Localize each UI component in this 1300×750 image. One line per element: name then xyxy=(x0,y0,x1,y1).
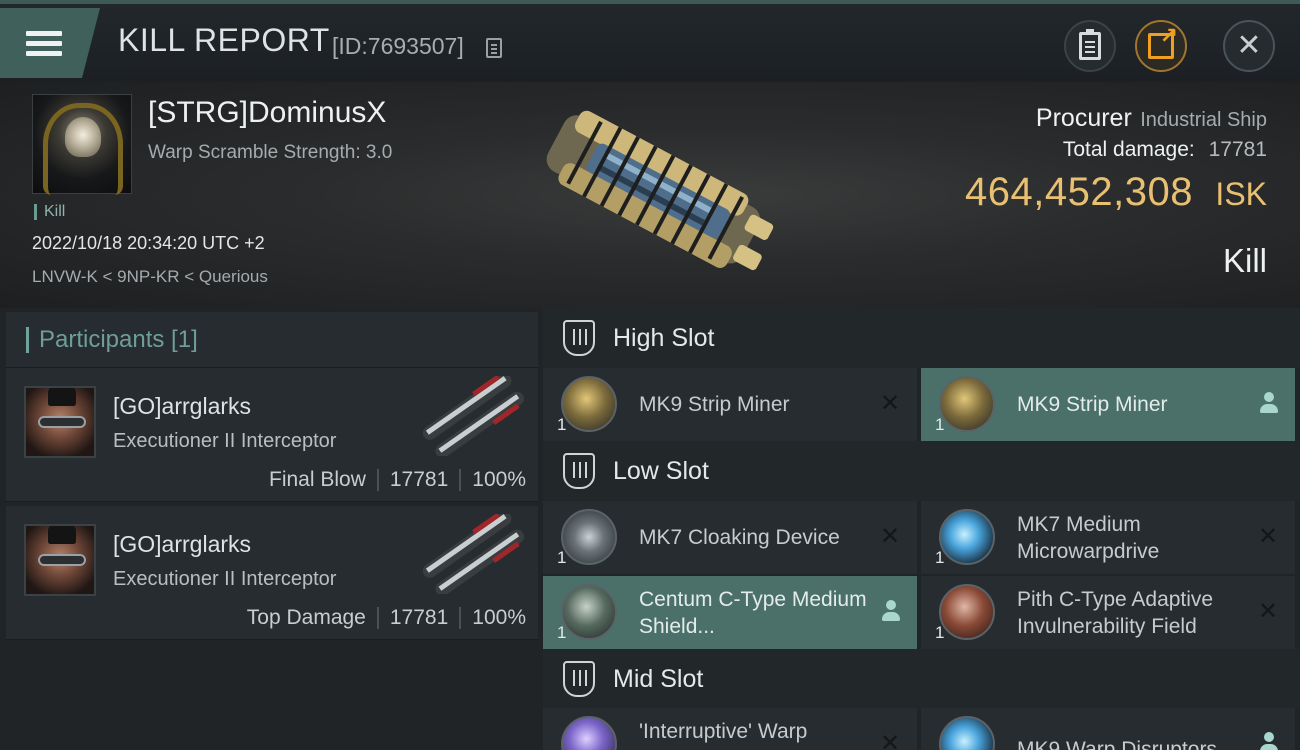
kill-location[interactable]: LNVW-K < 9NP-KR < Querious xyxy=(32,267,268,287)
top-bar: KILL REPORT [ID:7693507] ✕ xyxy=(0,0,1300,82)
isk-value: 464,452,308 ISK xyxy=(965,170,1267,215)
module-quantity: 1 xyxy=(935,415,945,434)
low-slot-title: Low Slot xyxy=(613,457,709,485)
close-icon: ✕ xyxy=(1236,28,1262,63)
participants-title: Participants [1] xyxy=(26,327,198,353)
ship-render xyxy=(546,110,774,271)
kill-tag: Kill xyxy=(34,204,65,220)
participant-avatar[interactable] xyxy=(24,524,96,596)
module-name: MK9 Strip Miner xyxy=(1017,393,1168,416)
module-name: MK9 Strip Miner xyxy=(639,393,790,416)
mid-slot-icon xyxy=(563,661,595,697)
report-result: Kill xyxy=(1222,242,1267,279)
hamburger-icon xyxy=(26,26,62,61)
module-name: 'Interruptive' Warp xyxy=(639,720,808,743)
high-slot-icon xyxy=(563,320,595,356)
participant-damage: 17781 xyxy=(389,606,449,629)
kill-summary: [STRG]DominusX Warp Scramble Strength: 3… xyxy=(0,82,1300,308)
module-quantity: 1 xyxy=(935,548,945,567)
module-name: MK7 Cloaking Device xyxy=(639,526,840,549)
dropped-person-icon xyxy=(1259,392,1279,414)
mid-slot-title: Mid Slot xyxy=(613,665,704,693)
page-title: KILL REPORT xyxy=(118,22,330,58)
clipboard-button[interactable] xyxy=(1064,20,1116,72)
fitting-panel: High Slot 1 MK9 Strip Miner ✕ 1 MK9 Stri… xyxy=(543,308,1300,750)
module-item[interactable]: 1 MK7 Medium Microwarpdrive ✕ xyxy=(921,501,1295,574)
dropped-person-icon xyxy=(881,600,901,622)
menu-button[interactable] xyxy=(0,8,100,78)
share-icon xyxy=(1148,24,1178,59)
participant-percent: 100% xyxy=(472,606,526,629)
participant-role: Final Blow xyxy=(269,468,366,491)
module-name: MK7 Medium Microwarpdrive xyxy=(1017,513,1160,563)
participant-stats: Final Blow 17781 100% xyxy=(269,468,526,492)
participants-header: Participants [1] xyxy=(6,312,538,368)
victim-avatar[interactable] xyxy=(32,94,132,195)
participant-ship: Executioner II Interceptor xyxy=(113,568,337,590)
low-slot-header: Low Slot xyxy=(543,441,1300,501)
microwarpdrive-icon xyxy=(939,509,995,565)
total-damage-value: 17781 xyxy=(1208,138,1267,161)
ship-name: Procurer xyxy=(1035,104,1132,132)
isk-unit: ISK xyxy=(1215,176,1267,212)
low-slot-icon xyxy=(563,453,595,489)
module-quantity: 1 xyxy=(557,415,567,434)
share-button[interactable] xyxy=(1135,20,1187,72)
participant-ship-image xyxy=(422,376,524,456)
kill-datetime: 2022/10/18 20:34:20 UTC +2 xyxy=(32,233,265,253)
module-quantity: 1 xyxy=(557,623,567,642)
participant-row[interactable]: [GO]arrglarks Executioner II Interceptor… xyxy=(6,368,538,502)
participants-panel: Participants [1] [GO]arrglarks Execution… xyxy=(0,308,543,750)
participant-ship-image xyxy=(422,514,524,594)
participant-name[interactable]: [GO]arrglarks xyxy=(113,531,251,558)
module-item[interactable]: 1 MK9 Strip Miner xyxy=(921,368,1295,441)
module-quantity: 1 xyxy=(557,548,567,567)
total-damage: Total damage: 17781 xyxy=(1063,138,1267,162)
destroyed-x-icon: ✕ xyxy=(879,522,901,550)
destroyed-x-icon: ✕ xyxy=(1257,522,1279,550)
module-name: MK9 Warp Disruptors xyxy=(1017,738,1217,750)
high-slot-header: High Slot xyxy=(543,308,1300,368)
destroyed-x-icon: ✕ xyxy=(879,389,901,417)
copy-icon[interactable] xyxy=(486,38,502,58)
warp-scrambler-icon xyxy=(561,716,617,750)
dropped-person-icon xyxy=(1259,732,1279,750)
participant-ship: Executioner II Interceptor xyxy=(113,430,337,452)
invulnerability-field-icon xyxy=(939,584,995,640)
total-damage-label: Total damage: xyxy=(1062,138,1195,161)
participant-name[interactable]: [GO]arrglarks xyxy=(113,393,251,420)
strip-miner-icon xyxy=(939,376,995,432)
ship-class: Industrial Ship xyxy=(1140,109,1267,131)
warp-disruptor-icon xyxy=(939,716,995,750)
victim-name[interactable]: [STRG]DominusX xyxy=(148,96,386,130)
module-item[interactable]: 1 MK7 Cloaking Device ✕ xyxy=(543,501,917,574)
participant-role: Top Damage xyxy=(246,606,366,629)
module-item[interactable]: 1 Centum C-Type Medium Shield... xyxy=(543,576,917,649)
participant-avatar[interactable] xyxy=(24,386,96,458)
close-button[interactable]: ✕ xyxy=(1223,20,1275,72)
participant-stats: Top Damage 17781 100% xyxy=(247,606,526,630)
participant-damage: 17781 xyxy=(389,468,449,491)
shield-extender-icon xyxy=(561,584,617,640)
mid-slot-header: Mid Slot xyxy=(543,649,1300,709)
module-item[interactable]: 1 Pith C-Type Adaptive Invulnerability F… xyxy=(921,576,1295,649)
module-name: Centum C-Type Medium Shield... xyxy=(639,588,867,638)
isk-amount: 464,452,308 xyxy=(965,170,1193,214)
module-item[interactable]: 1 'Interruptive' Warp ✕ xyxy=(543,708,917,750)
destroyed-x-icon: ✕ xyxy=(1257,597,1279,625)
cloaking-device-icon xyxy=(561,509,617,565)
destroyed-x-icon: ✕ xyxy=(879,729,901,750)
participant-percent: 100% xyxy=(472,468,526,491)
module-item[interactable]: 1 MK9 Strip Miner ✕ xyxy=(543,368,917,441)
module-quantity: 1 xyxy=(935,623,945,642)
participant-row[interactable]: [GO]arrglarks Executioner II Interceptor… xyxy=(6,506,538,640)
high-slot-title: High Slot xyxy=(613,324,715,352)
ship-type[interactable]: Procurer Industrial Ship xyxy=(1036,104,1267,133)
module-item[interactable]: 1 MK9 Warp Disruptors xyxy=(921,708,1295,750)
report-id: [ID:7693507] xyxy=(332,33,464,59)
warp-scramble-strength: Warp Scramble Strength: 3.0 xyxy=(148,142,393,163)
clipboard-icon xyxy=(1079,29,1101,60)
module-name: Pith C-Type Adaptive Invulnerability Fie… xyxy=(1017,588,1214,638)
strip-miner-icon xyxy=(561,376,617,432)
